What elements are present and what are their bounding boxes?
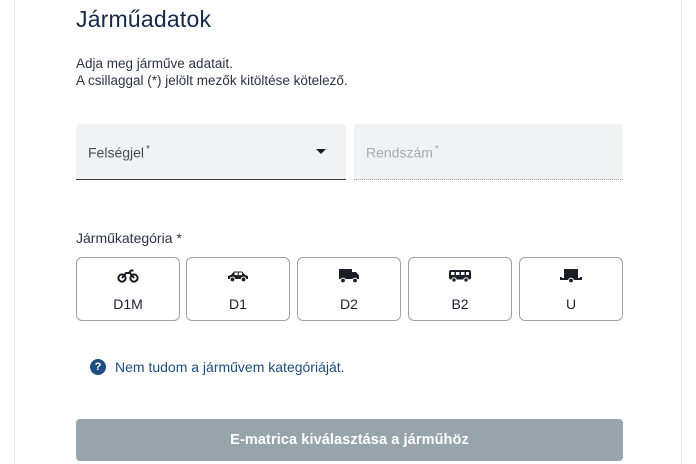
motorcycle-icon <box>77 268 179 284</box>
intro-text: Adja meg járműve adatait. A csillaggal (… <box>76 55 348 89</box>
country-select[interactable]: Felségjel * <box>76 124 346 180</box>
category-option-d1m[interactable]: D1M <box>76 257 180 321</box>
car-icon <box>187 268 289 284</box>
bus-icon <box>409 268 511 284</box>
intro-line-1: Adja meg járműve adatait. <box>76 56 233 71</box>
category-code: U <box>565 296 577 312</box>
category-option-b2[interactable]: B2 <box>408 257 512 321</box>
country-select-label: Felségjel * <box>88 144 150 161</box>
category-help-link[interactable]: ? Nem tudom a járművem kategóriáját. <box>90 358 345 376</box>
trailer-icon <box>520 268 622 284</box>
panel-right-border <box>681 0 682 464</box>
category-help-text[interactable]: Nem tudom a járművem kategóriáját. <box>115 359 345 375</box>
category-option-d2[interactable]: D2 <box>297 257 401 321</box>
panel-left-border <box>14 0 15 464</box>
category-option-d1[interactable]: D1 <box>186 257 290 321</box>
select-vignette-button[interactable]: E-matrica kiválasztása a járműhöz <box>76 419 623 461</box>
category-code: B2 <box>451 296 469 312</box>
question-icon: ? <box>90 359 106 375</box>
category-code: D1M <box>113 296 143 312</box>
intro-line-2: A csillaggal (*) jelölt mezők kitöltése … <box>76 73 348 88</box>
category-code: D1 <box>229 296 247 312</box>
vehicle-category-options: D1M D1 D2 B2 U <box>0 257 696 323</box>
caret-down-icon[interactable] <box>316 149 326 154</box>
plate-number-label: Rendszám * <box>366 144 439 161</box>
page-title: Járműadatok <box>76 6 212 32</box>
plate-number-input[interactable]: Rendszám * <box>354 124 623 180</box>
category-option-u[interactable]: U <box>519 257 623 321</box>
category-code: D2 <box>340 296 358 312</box>
van-icon <box>298 268 400 284</box>
vehicle-category-label: Járműkategória * <box>76 230 182 246</box>
